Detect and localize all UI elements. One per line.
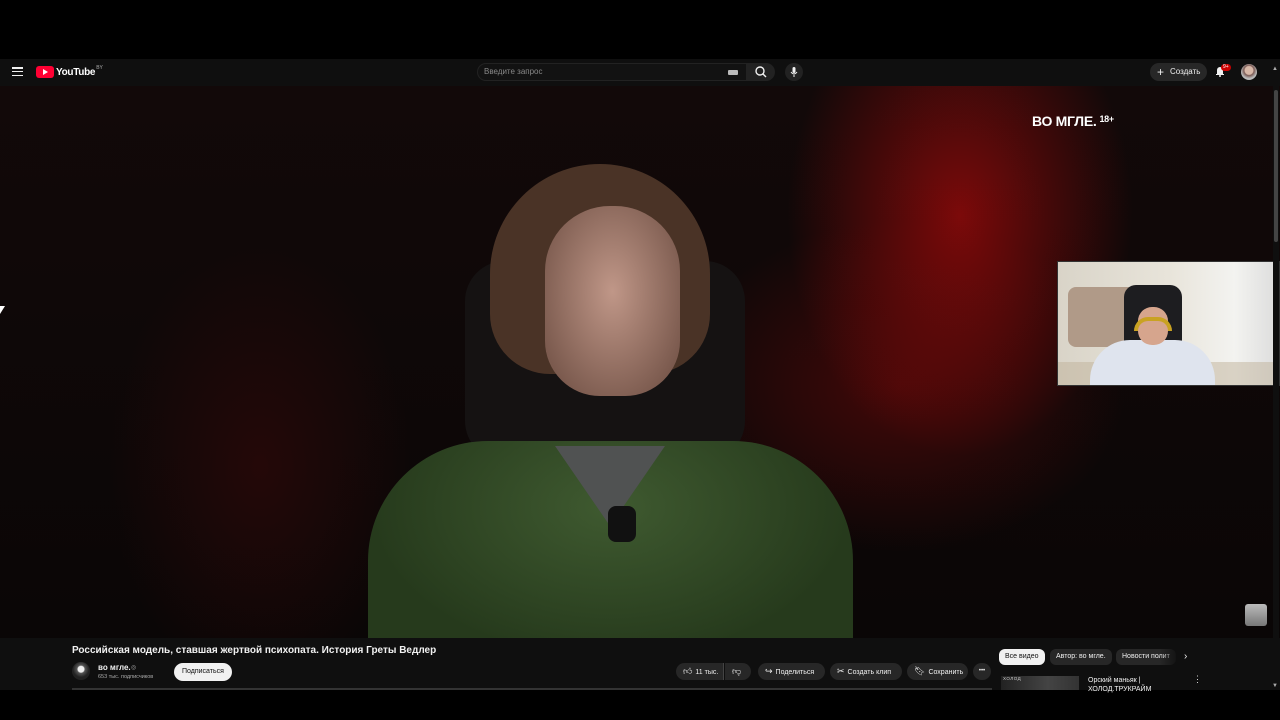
channel-name[interactable]: во мгле. <box>98 663 131 672</box>
chevron-right-icon[interactable]: › <box>1184 651 1187 662</box>
save-button[interactable]: 🔖︎ Сохранить <box>907 663 968 680</box>
recommendation-thumb-text: ХОЛОД <box>1003 676 1022 681</box>
notification-badge: 9+ <box>1221 64 1231 71</box>
recommendation-title-line2: ХОЛОД.ТРУКРАЙМ <box>1088 686 1152 693</box>
menu-icon[interactable] <box>12 67 23 76</box>
create-label: Создать <box>1170 67 1201 76</box>
kebab-menu-icon[interactable]: ⋮ <box>1193 674 1202 685</box>
mouse-cursor-icon <box>0 306 5 314</box>
voice-search-button[interactable] <box>785 63 803 81</box>
save-label: Сохранить <box>928 669 964 676</box>
share-icon: ↪ <box>765 666 773 676</box>
lapel-mic <box>608 506 636 542</box>
logo-region: BY <box>96 65 103 71</box>
clip-button[interactable]: ✂ Создать клип <box>830 663 902 680</box>
chip-all-videos[interactable]: Все видео <box>999 649 1045 665</box>
create-button[interactable]: + Создать <box>1150 63 1208 81</box>
scrollbar-thumb[interactable] <box>1274 90 1278 242</box>
clip-label: Создать клип <box>847 669 892 676</box>
dislike-button[interactable]: 👎︎ <box>725 663 751 680</box>
recommendation-title-line1: Орский маньяк | <box>1088 677 1141 684</box>
scroll-up-arrow-icon[interactable]: ▲ <box>1272 66 1278 72</box>
youtube-logo[interactable]: YouTube BY <box>36 65 103 79</box>
scroll-down-arrow-icon[interactable]: ▼ <box>1272 683 1278 689</box>
like-button[interactable]: 👍︎ 11 тыс. <box>676 663 724 680</box>
watch-metadata: Российская модель, ставшая жертвой психо… <box>0 638 1280 693</box>
webcam-headset <box>1134 317 1172 331</box>
subscriber-count: 653 тыс. подписчиков <box>98 674 154 680</box>
youtube-play-icon <box>36 66 54 78</box>
description-divider <box>72 688 992 690</box>
search-button[interactable] <box>747 63 775 81</box>
masthead: YouTube BY <box>0 59 1280 86</box>
video-frame-face <box>545 206 680 396</box>
share-label: Поделиться <box>775 669 815 676</box>
search-box <box>477 63 747 81</box>
channel-watermark: ВО МГЛЕ. 18+ <box>1032 113 1114 129</box>
watermark-text: ВО МГЛЕ. <box>1032 113 1097 129</box>
subscribe-button[interactable]: Подписаться <box>174 663 232 681</box>
channel-avatar[interactable] <box>72 662 90 680</box>
verified-icon: ◎ <box>131 665 137 671</box>
streamer-webcam-overlay <box>1057 261 1280 386</box>
channel-branding-icon[interactable] <box>1245 604 1267 626</box>
search-icon <box>755 66 767 78</box>
thumbs-up-icon: 👍︎ <box>683 666 693 676</box>
plus-icon: + <box>1157 65 1165 79</box>
more-actions-button[interactable]: ••• <box>973 663 991 680</box>
scissors-icon: ✂ <box>837 666 845 676</box>
age-rating: 18+ <box>1099 114 1114 124</box>
thumbs-down-icon: 👎︎ <box>732 666 742 676</box>
keyboard-icon[interactable] <box>728 70 738 75</box>
recommendation-title[interactable]: Орский маньяк | ХОЛОД.ТРУКРАЙМ <box>1088 676 1151 694</box>
chip-fade <box>1160 649 1180 665</box>
search-input[interactable] <box>484 67 714 76</box>
logo-text: YouTube <box>56 66 96 78</box>
account-avatar[interactable] <box>1241 64 1257 80</box>
video-player[interactable]: ВО МГЛЕ. 18+ <box>0 86 1280 638</box>
bookmark-icon: 🔖︎ <box>914 666 926 676</box>
webcam-person-body <box>1090 340 1215 385</box>
share-button[interactable]: ↪ Поделиться <box>758 663 825 680</box>
chip-author[interactable]: Автор: во мгле. <box>1050 649 1112 665</box>
video-title: Российская модель, ставшая жертвой психо… <box>72 645 437 656</box>
like-count: 11 тыс. <box>695 669 719 676</box>
mic-icon <box>790 67 798 77</box>
